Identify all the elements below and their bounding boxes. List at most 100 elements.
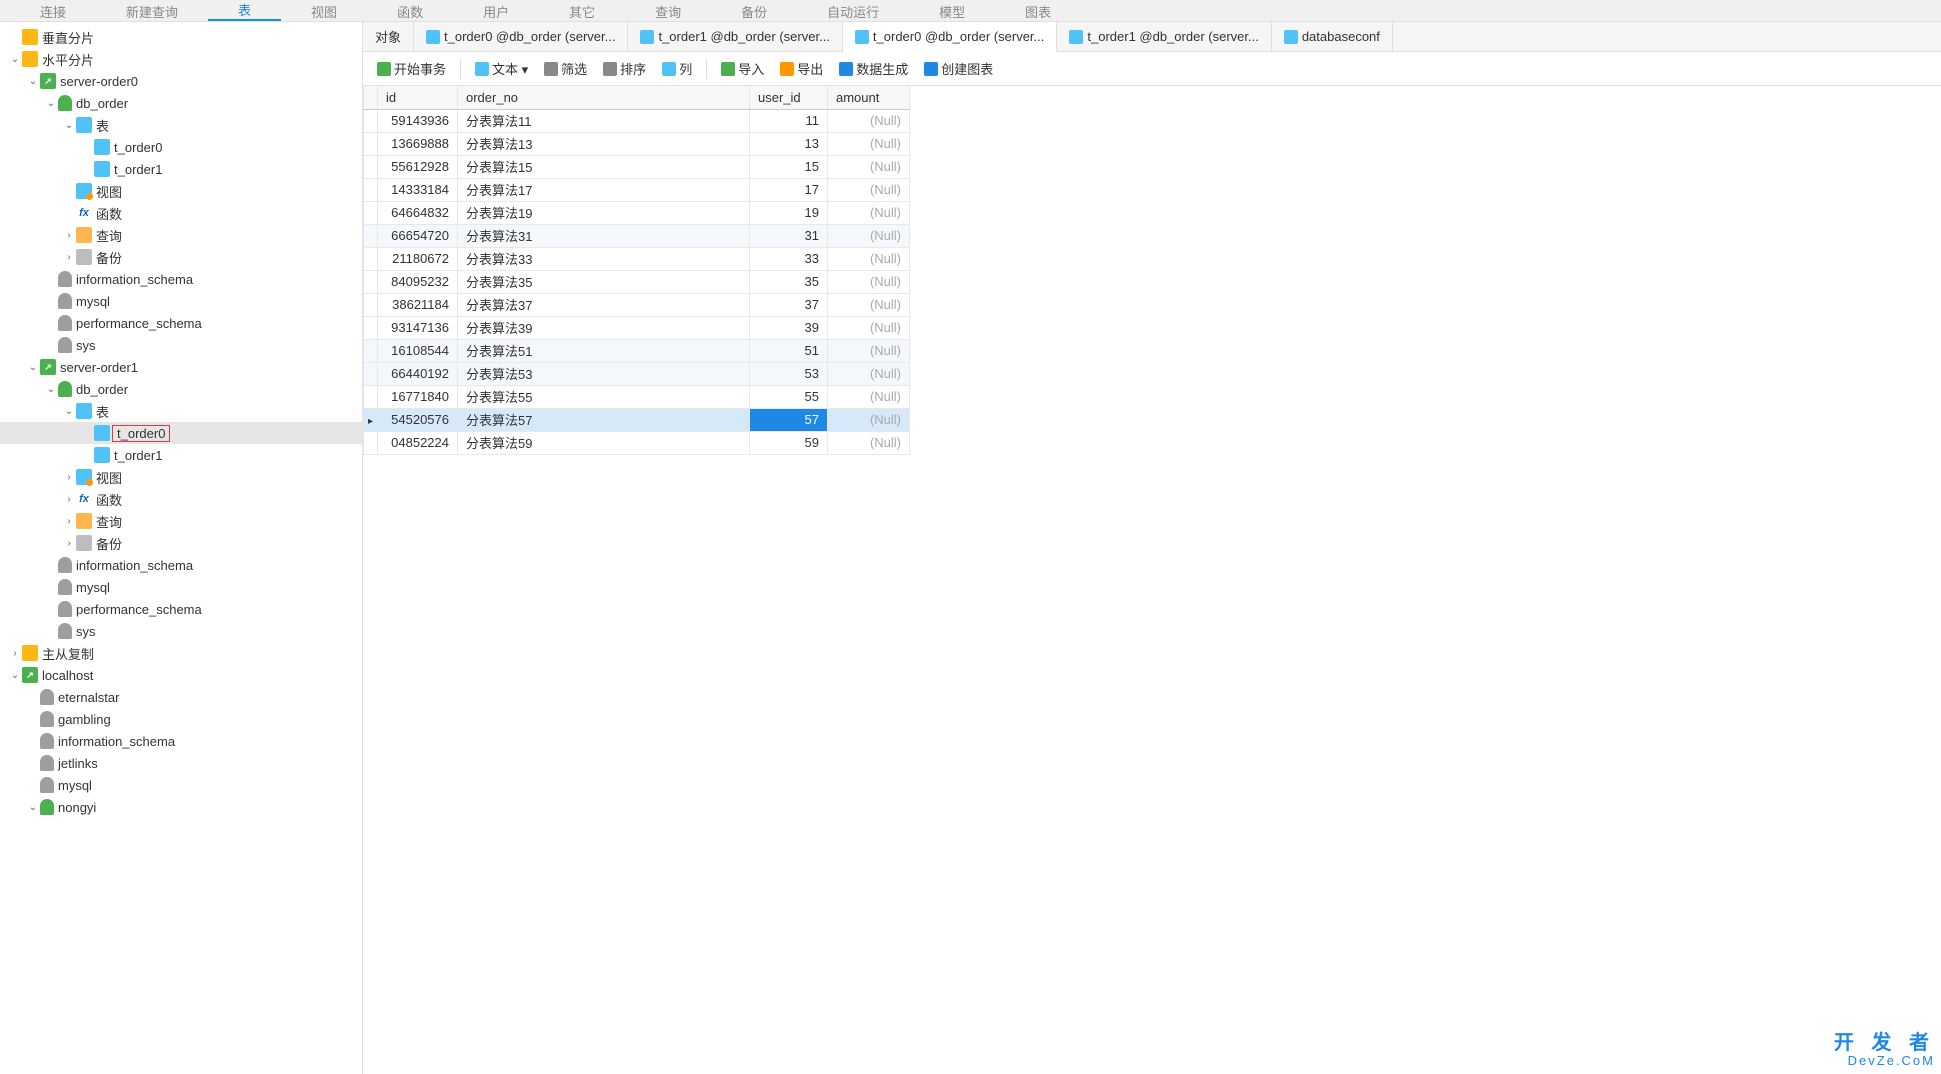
cell-user-id[interactable]: 31 <box>750 224 828 247</box>
tree-item[interactable]: ›gambling <box>0 708 362 730</box>
menu-item-active[interactable]: 表 <box>208 0 281 21</box>
cell-id[interactable]: 14333184 <box>378 178 458 201</box>
toolbar-button[interactable]: 文本 ▾ <box>469 56 534 81</box>
tree-item[interactable]: ›mysql <box>0 576 362 598</box>
caret-icon[interactable]: › <box>62 516 76 527</box>
tree-item[interactable]: ›查询 <box>0 510 362 532</box>
tree-item[interactable]: ›mysql <box>0 774 362 796</box>
toolbar-button[interactable]: 筛选 <box>538 56 593 81</box>
caret-icon[interactable]: ⌄ <box>26 362 40 373</box>
cell-user-id[interactable]: 33 <box>750 247 828 270</box>
cell-order-no[interactable]: 分表算法53 <box>458 362 750 385</box>
cell-id[interactable]: 84095232 <box>378 270 458 293</box>
tree-item[interactable]: ›information_schema <box>0 730 362 752</box>
cell-user-id[interactable]: 37 <box>750 293 828 316</box>
menu-item[interactable]: 函数 <box>367 2 453 21</box>
cell-user-id[interactable]: 19 <box>750 201 828 224</box>
tree-item[interactable]: ›eternalstar <box>0 686 362 708</box>
editor-tab[interactable]: t_order0 @db_order (server... <box>843 22 1057 52</box>
table-row[interactable]: 54520576分表算法5757(Null) <box>364 408 910 431</box>
cell-amount[interactable]: (Null) <box>828 155 910 178</box>
cell-id[interactable]: 93147136 <box>378 316 458 339</box>
cell-order-no[interactable]: 分表算法13 <box>458 132 750 155</box>
cell-id[interactable]: 04852224 <box>378 431 458 454</box>
menu-item[interactable]: 自动运行 <box>797 2 909 21</box>
tree-item[interactable]: ›sys <box>0 620 362 642</box>
editor-tab[interactable]: databaseconf <box>1272 22 1393 51</box>
table-row[interactable]: 93147136分表算法3939(Null) <box>364 316 910 339</box>
cell-id[interactable]: 21180672 <box>378 247 458 270</box>
tree-item[interactable]: ⌄db_order <box>0 378 362 400</box>
tree-item[interactable]: ›备份 <box>0 532 362 554</box>
tree-item[interactable]: ›fx函数 <box>0 488 362 510</box>
tree-item[interactable]: ⌄localhost <box>0 664 362 686</box>
editor-tab[interactable]: t_order0 @db_order (server... <box>414 22 628 51</box>
table-row[interactable]: 13669888分表算法1313(Null) <box>364 132 910 155</box>
caret-icon[interactable]: ⌄ <box>44 384 58 395</box>
cell-id[interactable]: 64664832 <box>378 201 458 224</box>
tree-item[interactable]: ⌄server-order0 <box>0 70 362 92</box>
cell-user-id[interactable]: 57 <box>750 408 828 431</box>
tree-item[interactable]: ›jetlinks <box>0 752 362 774</box>
tree-item[interactable]: ⌄表 <box>0 400 362 422</box>
caret-icon[interactable]: › <box>62 252 76 263</box>
cell-order-no[interactable]: 分表算法57 <box>458 408 750 431</box>
cell-amount[interactable]: (Null) <box>828 132 910 155</box>
table-row[interactable]: 16108544分表算法5151(Null) <box>364 339 910 362</box>
tree-item[interactable]: ›查询 <box>0 224 362 246</box>
cell-amount[interactable]: (Null) <box>828 316 910 339</box>
caret-icon[interactable]: ⌄ <box>44 98 58 109</box>
menu-item[interactable]: 查询 <box>625 2 711 21</box>
tree-item[interactable]: ⌄server-order1 <box>0 356 362 378</box>
cell-amount[interactable]: (Null) <box>828 247 910 270</box>
menu-item[interactable]: 新建查询 <box>96 2 208 21</box>
cell-user-id[interactable]: 53 <box>750 362 828 385</box>
table-row[interactable]: 14333184分表算法1717(Null) <box>364 178 910 201</box>
caret-icon[interactable]: › <box>62 230 76 241</box>
cell-order-no[interactable]: 分表算法35 <box>458 270 750 293</box>
cell-order-no[interactable]: 分表算法59 <box>458 431 750 454</box>
cell-order-no[interactable]: 分表算法15 <box>458 155 750 178</box>
tree-item[interactable]: ›视图 <box>0 180 362 202</box>
cell-amount[interactable]: (Null) <box>828 178 910 201</box>
menu-item[interactable]: 备份 <box>711 2 797 21</box>
cell-id[interactable]: 13669888 <box>378 132 458 155</box>
caret-icon[interactable]: ⌄ <box>26 802 40 813</box>
cell-id[interactable]: 59143936 <box>378 109 458 132</box>
cell-order-no[interactable]: 分表算法17 <box>458 178 750 201</box>
table-row[interactable]: 64664832分表算法1919(Null) <box>364 201 910 224</box>
menu-item[interactable]: 模型 <box>909 2 995 21</box>
caret-icon[interactable]: ⌄ <box>26 76 40 87</box>
tree-item[interactable]: ⌄表 <box>0 114 362 136</box>
menu-item[interactable]: 视图 <box>281 2 367 21</box>
column-header[interactable]: amount <box>828 86 910 109</box>
cell-id[interactable]: 16771840 <box>378 385 458 408</box>
cell-id[interactable]: 38621184 <box>378 293 458 316</box>
tree-item[interactable]: ›视图 <box>0 466 362 488</box>
caret-icon[interactable]: › <box>8 648 22 659</box>
cell-id[interactable]: 66654720 <box>378 224 458 247</box>
menu-item[interactable]: 其它 <box>539 2 625 21</box>
cell-order-no[interactable]: 分表算法51 <box>458 339 750 362</box>
menu-item[interactable]: 用户 <box>453 2 539 21</box>
caret-icon[interactable]: › <box>62 494 76 505</box>
toolbar-button[interactable]: 列 <box>656 56 698 81</box>
table-row[interactable]: 66654720分表算法3131(Null) <box>364 224 910 247</box>
toolbar-button[interactable]: 导入 <box>715 56 770 81</box>
cell-user-id[interactable]: 13 <box>750 132 828 155</box>
cell-amount[interactable]: (Null) <box>828 201 910 224</box>
tree-item[interactable]: ›主从复制 <box>0 642 362 664</box>
cell-amount[interactable]: (Null) <box>828 293 910 316</box>
tree-item[interactable]: ›information_schema <box>0 554 362 576</box>
cell-amount[interactable]: (Null) <box>828 224 910 247</box>
cell-id[interactable]: 16108544 <box>378 339 458 362</box>
cell-user-id[interactable]: 51 <box>750 339 828 362</box>
cell-user-id[interactable]: 39 <box>750 316 828 339</box>
tree-item[interactable]: ›备份 <box>0 246 362 268</box>
cell-amount[interactable]: (Null) <box>828 109 910 132</box>
column-header[interactable]: order_no <box>458 86 750 109</box>
tree-item[interactable]: ⌄水平分片 <box>0 48 362 70</box>
tree-item[interactable]: ›垂直分片 <box>0 26 362 48</box>
caret-icon[interactable]: ⌄ <box>62 406 76 417</box>
cell-user-id[interactable]: 59 <box>750 431 828 454</box>
